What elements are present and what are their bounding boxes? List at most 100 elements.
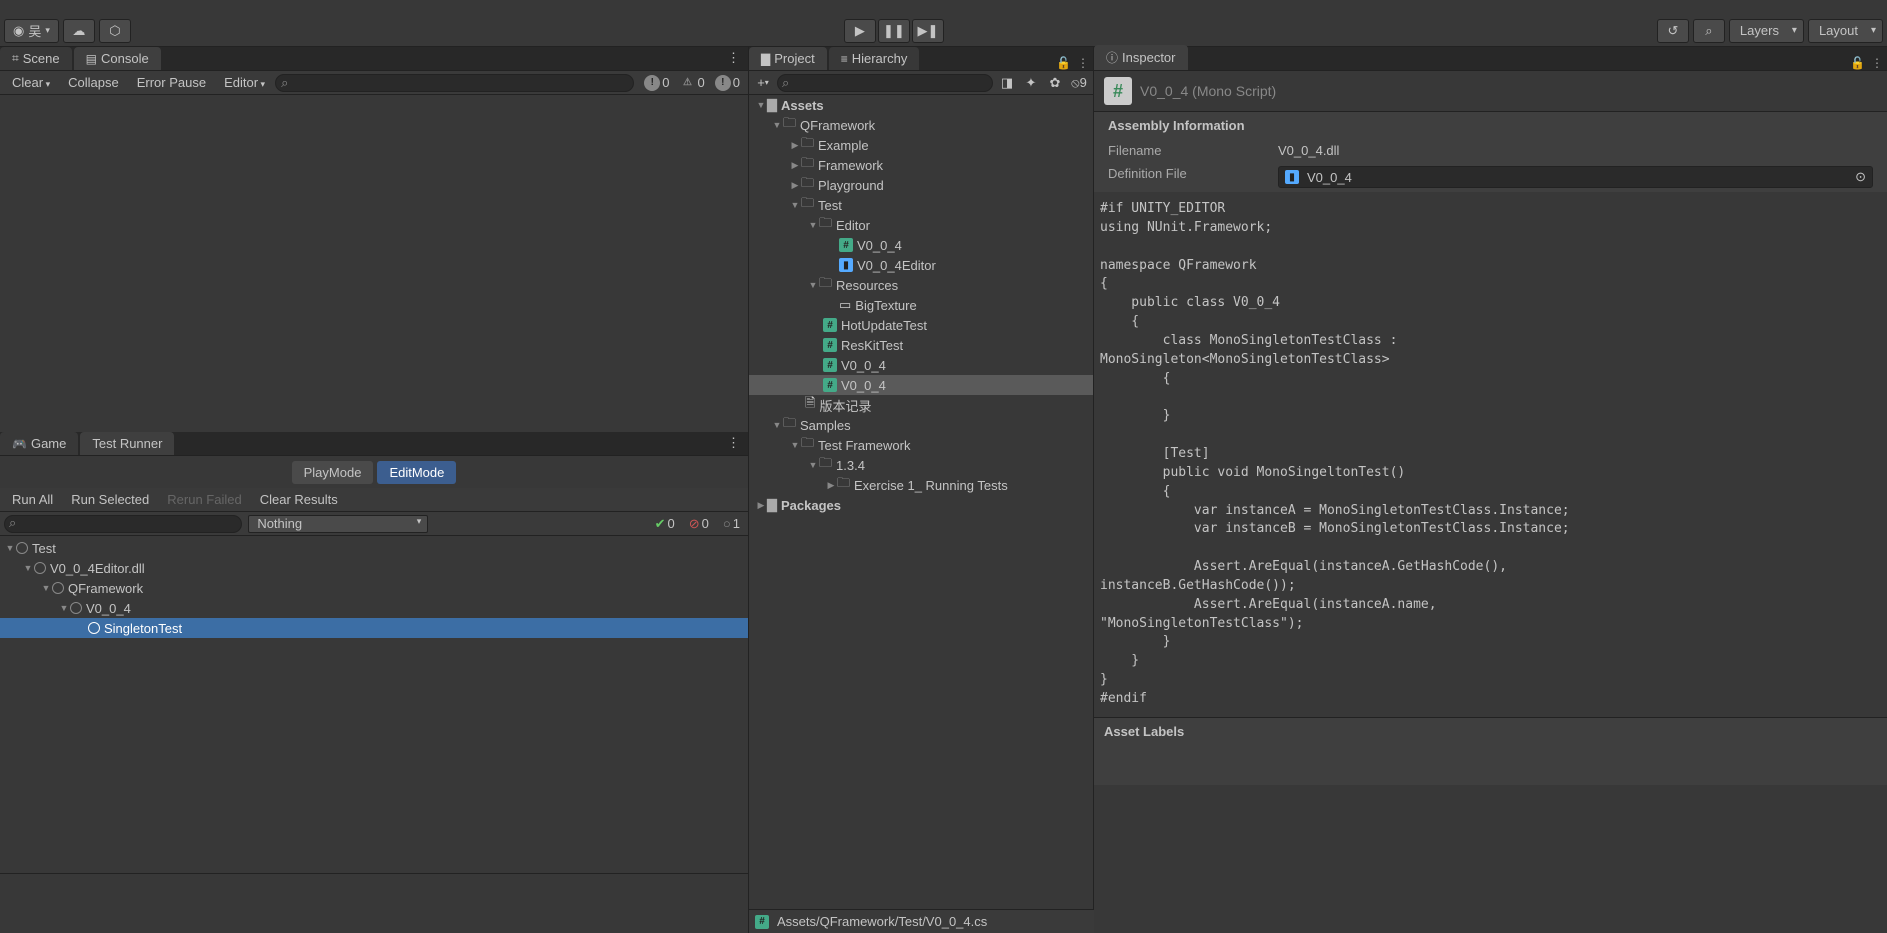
expand-icon: ▼	[4, 543, 16, 553]
add-button[interactable]: +▾	[753, 74, 773, 92]
play-controls: ▶ ❚❚ ▶❚	[844, 19, 944, 43]
label-icon: ✦	[1026, 75, 1037, 91]
tree-item-reskit[interactable]: #ResKitTest	[749, 335, 1093, 355]
tab-project-label: Project	[774, 51, 814, 66]
object-picker-icon[interactable]: ⊙	[1855, 169, 1866, 185]
tab-menu-icon-3[interactable]: ⋮	[1077, 56, 1089, 70]
step-button[interactable]: ▶❚	[912, 19, 944, 43]
expand-icon: ▼	[22, 563, 34, 573]
error-pause-button[interactable]: Error Pause	[129, 72, 214, 93]
right-tabs: ⓘInspector 🔓 ⋮	[1094, 47, 1887, 71]
tab-game-label: Game	[31, 436, 66, 451]
definition-field[interactable]: ▮ V0_0_4 ⊙	[1278, 166, 1873, 188]
tree-item-qframework[interactable]: ▼🗀QFramework	[749, 115, 1093, 135]
tree-item-version[interactable]: 🗎版本记录	[749, 395, 1093, 415]
test-tree-root[interactable]: ▼Test	[0, 538, 748, 558]
tab-console-label: Console	[101, 51, 149, 66]
tree-item-assets[interactable]: ▼▇Assets	[749, 95, 1093, 115]
tab-test-runner-label: Test Runner	[92, 436, 162, 451]
test-tree-namespace[interactable]: ▼QFramework	[0, 578, 748, 598]
run-selected-button[interactable]: Run Selected	[63, 489, 157, 510]
tree-item-testfw[interactable]: ▼🗀Test Framework	[749, 435, 1093, 455]
cloud-button[interactable]: ☁	[63, 19, 95, 43]
tree-item-editor[interactable]: ▼🗀Editor	[749, 215, 1093, 235]
pause-button[interactable]: ❚❚	[878, 19, 910, 43]
tab-menu-icon[interactable]: ⋮	[719, 46, 748, 70]
toolbar-button-2[interactable]: ⬡	[99, 19, 131, 43]
tree-item-v004editor[interactable]: ▮V0_0_4Editor	[749, 255, 1093, 275]
editor-button[interactable]: Editor	[216, 72, 273, 93]
runner-actions: Run All Run Selected Rerun Failed Clear …	[0, 488, 748, 512]
filter-dropdown[interactable]: Nothing	[248, 515, 428, 533]
tree-item-exercise[interactable]: ▶🗀Exercise 1_ Running Tests	[749, 475, 1093, 495]
tab-scene[interactable]: ⌗Scene	[0, 47, 72, 70]
tab-menu-icon-2[interactable]: ⋮	[719, 431, 748, 455]
status-circle-icon	[70, 602, 82, 614]
undo-history-button[interactable]: ↺	[1657, 19, 1689, 43]
status-circle-icon	[88, 622, 100, 634]
tab-hierarchy-label: Hierarchy	[852, 51, 908, 66]
tab-project[interactable]: ▇ Project	[749, 47, 827, 70]
tree-item-v004a[interactable]: #V0_0_4	[749, 355, 1093, 375]
tab-inspector[interactable]: ⓘInspector	[1094, 45, 1188, 70]
run-all-button[interactable]: Run All	[4, 489, 61, 510]
project-tree: ▼▇Assets ▼🗀QFramework ▶🗀Example ▶🗀Framew…	[749, 95, 1093, 933]
lock-icon[interactable]: 🔓	[1850, 56, 1865, 70]
tree-item-134[interactable]: ▼🗀1.3.4	[749, 455, 1093, 475]
clear-results-button[interactable]: Clear Results	[252, 489, 346, 510]
play-button[interactable]: ▶	[844, 19, 876, 43]
tree-item-playground[interactable]: ▶🗀Playground	[749, 175, 1093, 195]
info-count[interactable]: !0	[640, 73, 673, 93]
play-icon: ▶	[855, 23, 865, 39]
lock-icon[interactable]: 🔓	[1056, 56, 1071, 70]
hexagon-icon: ⬡	[109, 23, 120, 39]
tree-item-samples[interactable]: ▼🗀Samples	[749, 415, 1093, 435]
layout-dropdown[interactable]: Layout	[1808, 19, 1883, 43]
save-search[interactable]: ✿	[1045, 74, 1065, 92]
search-button[interactable]: ⌕	[1693, 19, 1725, 43]
tree-item-framework[interactable]: ▶🗀Framework	[749, 155, 1093, 175]
filter-by-type[interactable]: ◨	[997, 74, 1017, 92]
filename-value: V0_0_4.dll	[1278, 143, 1873, 158]
project-search[interactable]	[777, 74, 993, 92]
warn-count[interactable]: ⚠0	[676, 73, 709, 93]
runner-filter: Nothing ✔0 ⊘0 ○1	[0, 512, 748, 536]
script-icon: #	[755, 915, 769, 929]
layers-dropdown[interactable]: Layers	[1729, 19, 1804, 43]
tab-game[interactable]: 🎮 Game	[0, 432, 78, 455]
collapse-button[interactable]: Collapse	[60, 72, 127, 93]
console-search[interactable]	[275, 74, 634, 92]
tab-console[interactable]: ▤Console	[74, 47, 161, 70]
rerun-failed-button[interactable]: Rerun Failed	[159, 489, 249, 510]
tab-test-runner[interactable]: Test Runner	[80, 432, 174, 455]
tree-item-test[interactable]: ▼🗀Test	[749, 195, 1093, 215]
info-icon: ⓘ	[1106, 49, 1118, 66]
test-tree-test[interactable]: SingletonTest	[0, 618, 748, 638]
mid-tabs: ▇ Project ≡Hierarchy 🔓 ⋮	[749, 47, 1093, 71]
folder-icon: ▇	[761, 52, 770, 66]
chevron-down-icon: ▾	[765, 78, 769, 87]
tree-item-v004b[interactable]: #V0_0_4	[749, 375, 1093, 395]
tab-menu-icon-4[interactable]: ⋮	[1871, 56, 1883, 70]
error-count[interactable]: !0	[711, 73, 744, 93]
expand-icon: ▼	[40, 583, 52, 593]
hidden-toggle[interactable]: ⦸9	[1069, 74, 1089, 92]
tree-item-example[interactable]: ▶🗀Example	[749, 135, 1093, 155]
clear-button[interactable]: Clear	[4, 72, 58, 93]
playmode-button[interactable]: PlayMode	[292, 461, 374, 484]
test-tree-dll[interactable]: ▼V0_0_4Editor.dll	[0, 558, 748, 578]
test-filter-input[interactable]	[4, 515, 242, 533]
tree-item-resources[interactable]: ▼🗀Resources	[749, 275, 1093, 295]
tab-hierarchy[interactable]: ≡Hierarchy	[829, 47, 920, 70]
editmode-button[interactable]: EditMode	[377, 461, 456, 484]
account-button[interactable]: ◉ 吴 ▾	[4, 19, 59, 43]
user-icon: ◉	[13, 23, 24, 39]
filter-by-label[interactable]: ✦	[1021, 74, 1041, 92]
test-tree-class[interactable]: ▼V0_0_4	[0, 598, 748, 618]
game-icon: 🎮	[12, 437, 27, 451]
tree-item-bigtexture[interactable]: ▭BigTexture	[749, 295, 1093, 315]
runner-mode-toolbar: PlayMode EditMode	[0, 456, 748, 488]
tree-item-v004-script[interactable]: #V0_0_4	[749, 235, 1093, 255]
tree-item-hotupdate[interactable]: #HotUpdateTest	[749, 315, 1093, 335]
tree-item-packages[interactable]: ▶▇Packages	[749, 495, 1093, 515]
